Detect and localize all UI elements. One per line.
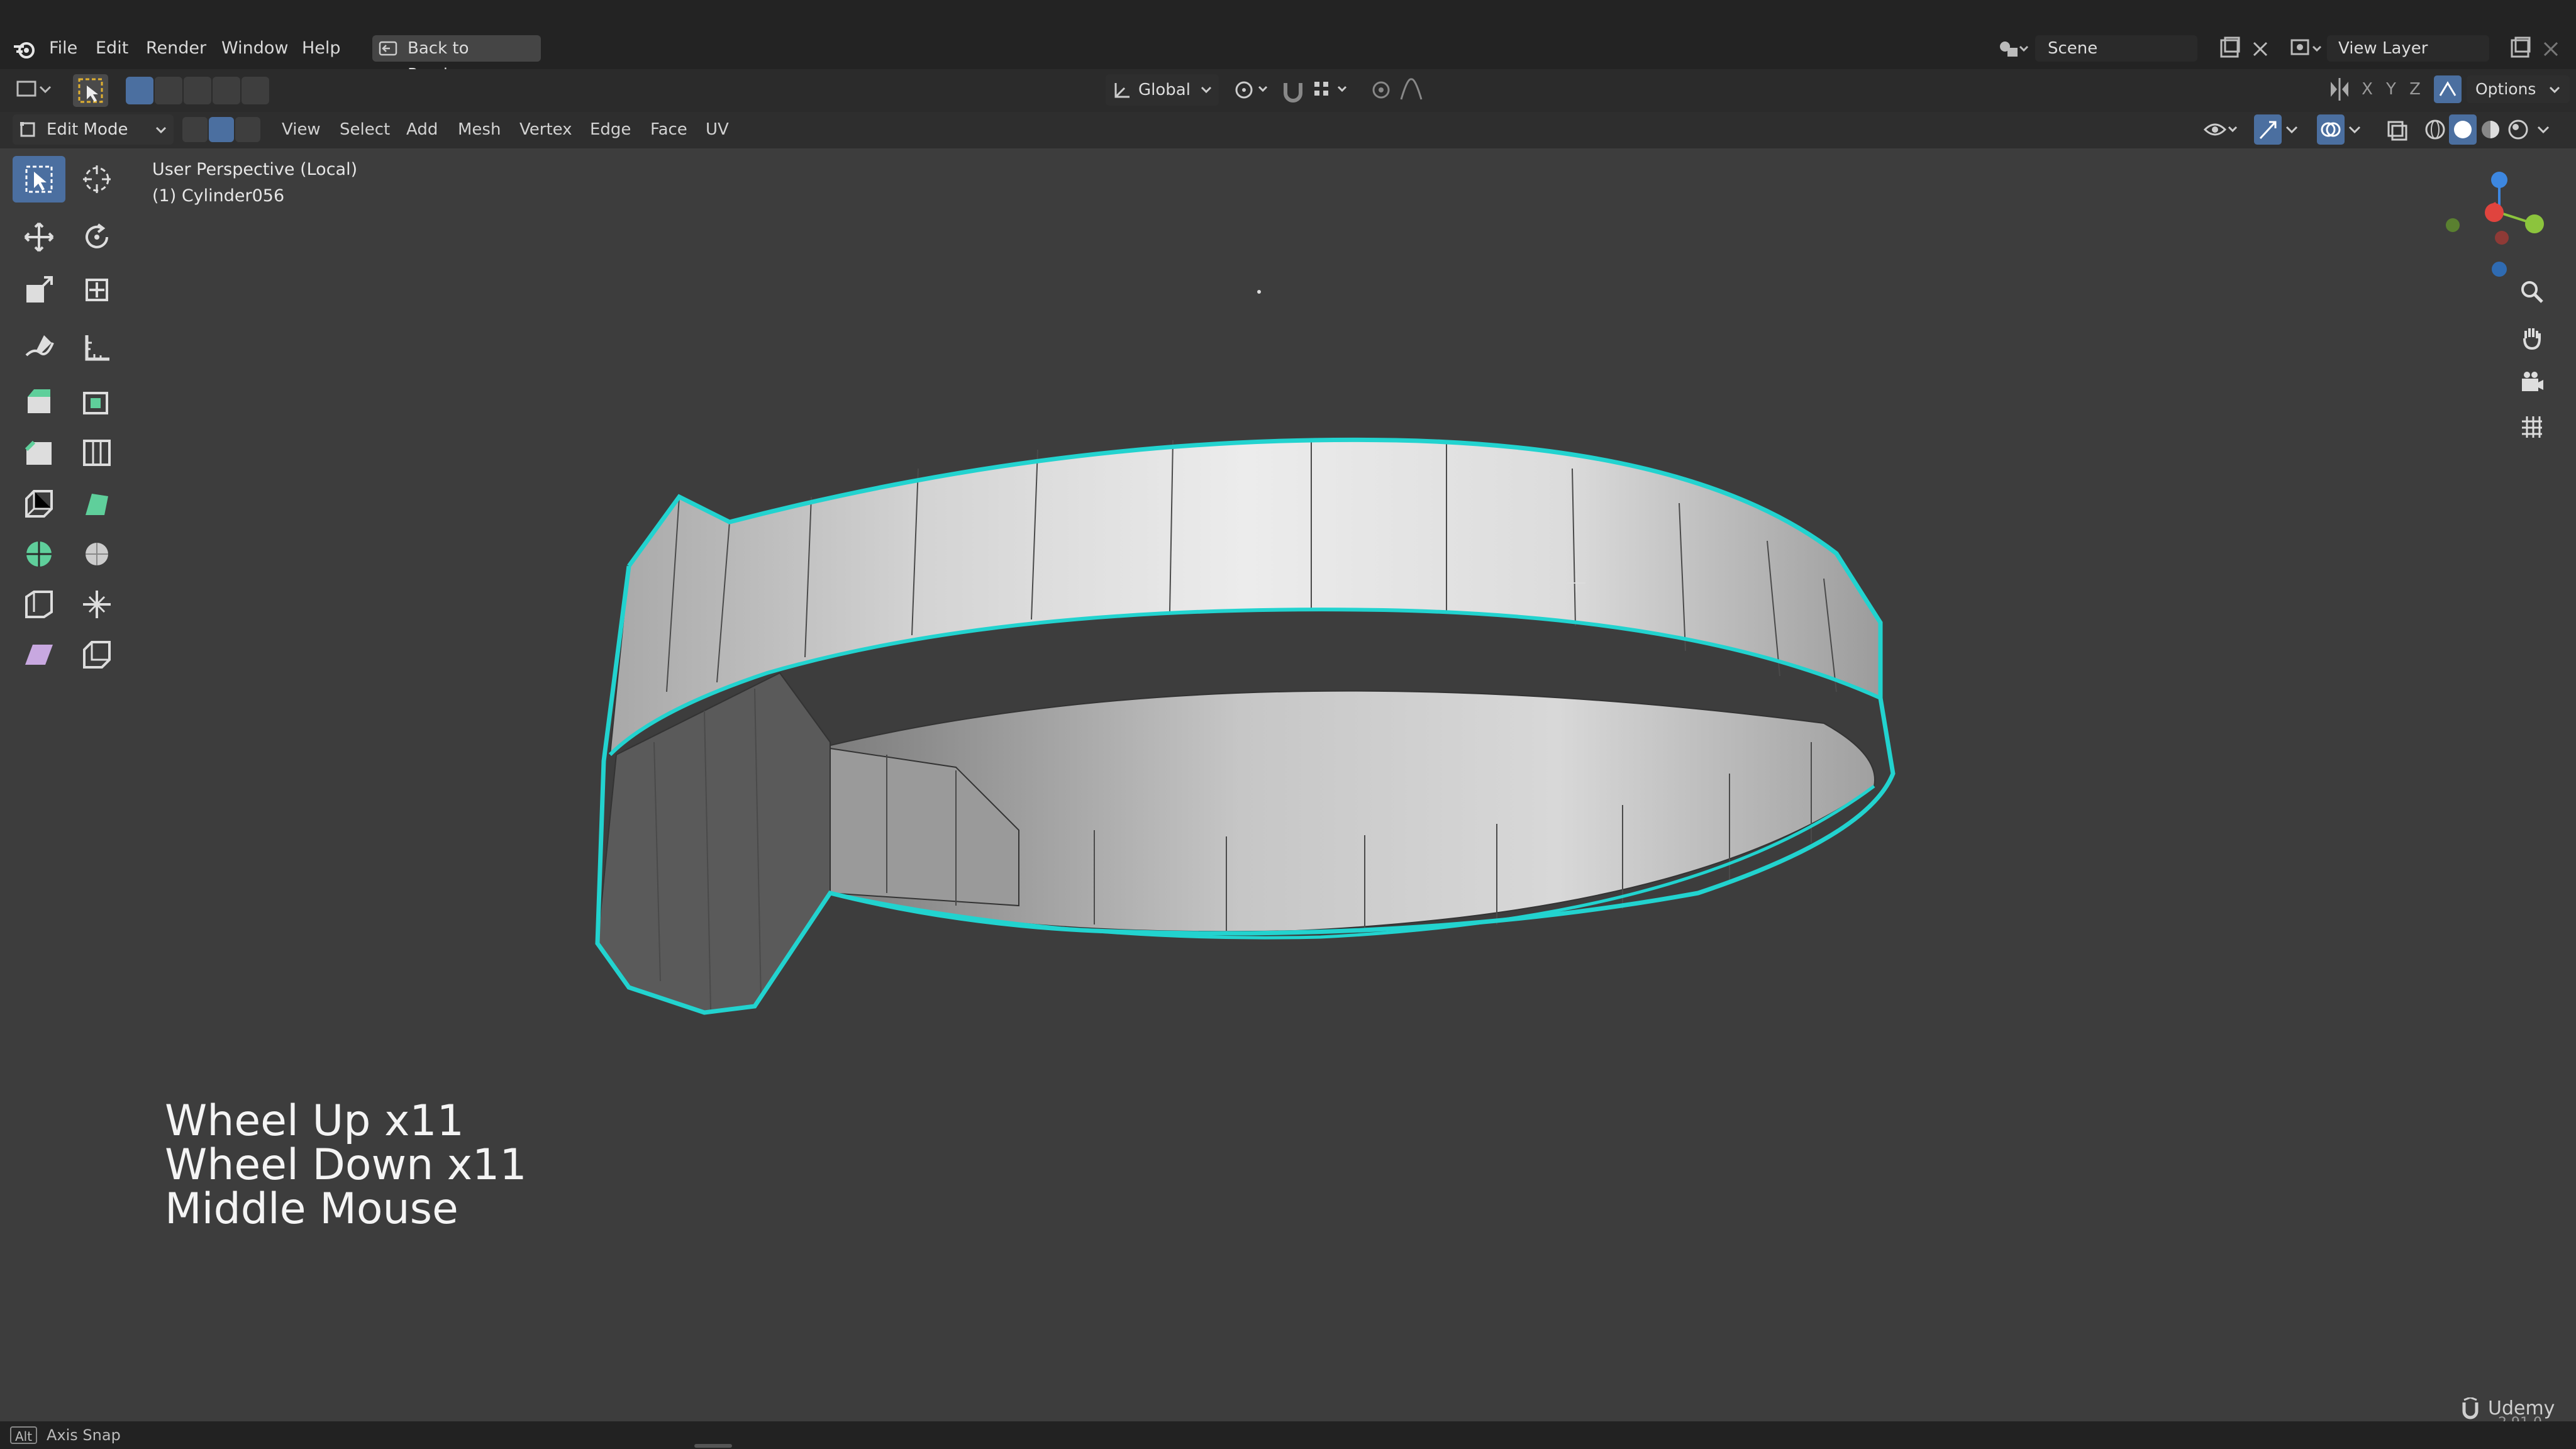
- key-log-line: Middle Mouse: [165, 1184, 458, 1234]
- edge-slide-icon[interactable]: [13, 581, 65, 628]
- move-icon[interactable]: [13, 214, 65, 260]
- measure-icon[interactable]: [70, 325, 123, 371]
- navigation-gizmo[interactable]: [2431, 155, 2570, 280]
- transform-icon[interactable]: [70, 267, 123, 313]
- 3d-viewport[interactable]: User Perspective (Local) (1) Cylinder056: [0, 148, 2576, 1446]
- rip-region-icon[interactable]: [70, 631, 123, 678]
- smooth-icon[interactable]: [70, 531, 123, 577]
- key-log-line: Wheel Down x11: [165, 1140, 527, 1190]
- shear-icon[interactable]: [13, 631, 65, 678]
- rotate-icon[interactable]: [70, 214, 123, 260]
- poly-build-icon[interactable]: [70, 480, 123, 527]
- udemy-logo-icon: [2462, 1397, 2479, 1419]
- scale-icon[interactable]: [13, 267, 65, 313]
- loop-cut-icon[interactable]: [70, 429, 123, 475]
- extrude-region-icon[interactable]: [13, 377, 65, 424]
- shrink-fatten-icon[interactable]: [70, 581, 123, 628]
- gizmo-z-axis[interactable]: [2491, 172, 2507, 188]
- knife-icon[interactable]: [13, 480, 65, 527]
- key-log-line: Wheel Up x11: [165, 1096, 464, 1146]
- annotate-icon[interactable]: [13, 325, 65, 371]
- camera-icon[interactable]: [2514, 365, 2550, 400]
- pan-hand-icon[interactable]: [2514, 319, 2550, 355]
- status-bar: Alt Axis Snap: [0, 1421, 2576, 1449]
- gizmo-y-axis[interactable]: [2525, 214, 2544, 233]
- status-key: Alt: [10, 1426, 38, 1444]
- inset-faces-icon[interactable]: [70, 377, 123, 424]
- select-box-icon[interactable]: [13, 156, 65, 203]
- cursor-icon[interactable]: [70, 156, 123, 203]
- left-toolbar: [8, 151, 133, 692]
- status-hint: Axis Snap: [47, 1426, 121, 1444]
- spin-icon[interactable]: [13, 531, 65, 577]
- grid-icon[interactable]: [2514, 409, 2550, 444]
- watermark: Udemy 2.91.0 Beta: [2459, 1397, 2572, 1446]
- zoom-icon[interactable]: [2514, 274, 2550, 309]
- gizmo-x-axis[interactable]: [2485, 203, 2504, 222]
- bevel-icon[interactable]: [13, 429, 65, 475]
- area-resize-handle[interactable]: [694, 1444, 732, 1448]
- key-log-overlay: Wheel Up x11 Wheel Down x11 Middle Mouse: [165, 1099, 527, 1231]
